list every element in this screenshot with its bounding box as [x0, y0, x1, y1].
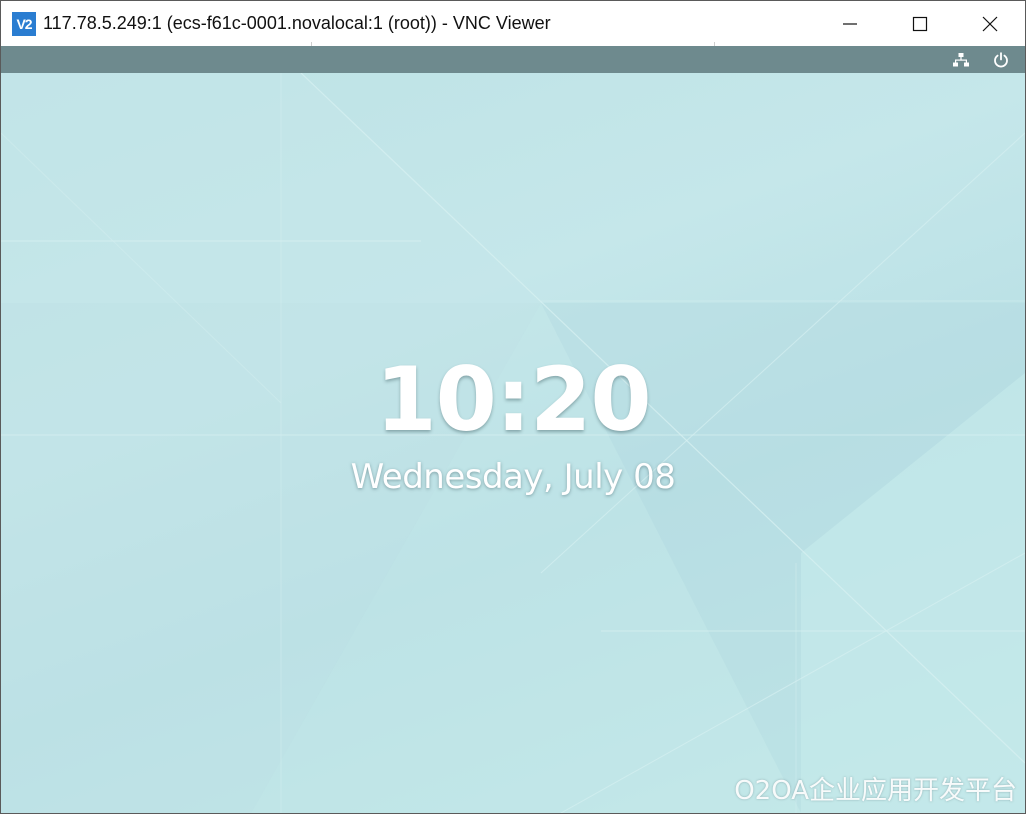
window-controls [815, 1, 1025, 46]
maximize-icon [912, 16, 928, 31]
maximize-button[interactable] [885, 1, 955, 46]
close-icon [982, 16, 998, 31]
title-bar[interactable]: V2 117.78.5.249:1 (ecs-f61c-0001.novaloc… [1, 1, 1025, 46]
minimize-icon [843, 22, 857, 25]
app-icon-text: V2 [16, 15, 32, 32]
close-button[interactable] [955, 1, 1025, 46]
vnc-viewer-icon[interactable]: V2 [12, 11, 36, 36]
network-wired-icon-glyph [953, 53, 969, 67]
gnome-top-bar [1, 46, 1025, 73]
window-title: 117.78.5.249:1 (ecs-f61c-0001.novalocal:… [43, 13, 551, 33]
network-wired-icon[interactable] [951, 50, 971, 70]
lock-screen-clock: 10:20 [375, 348, 651, 451]
watermark-text: O2OA企业应用开发平台 [734, 776, 1017, 806]
minimize-button[interactable] [815, 1, 885, 46]
lock-screen-date: Wednesday, July 08 [350, 457, 676, 497]
power-icon-glyph [994, 52, 1008, 68]
power-icon[interactable] [991, 50, 1011, 70]
lock-screen-shield[interactable]: 10:20 Wednesday, July 08 O2OA企业应用开发平台 [1, 73, 1025, 813]
vnc-viewer-window: V2 117.78.5.249:1 (ecs-f61c-0001.novaloc… [0, 0, 1026, 814]
